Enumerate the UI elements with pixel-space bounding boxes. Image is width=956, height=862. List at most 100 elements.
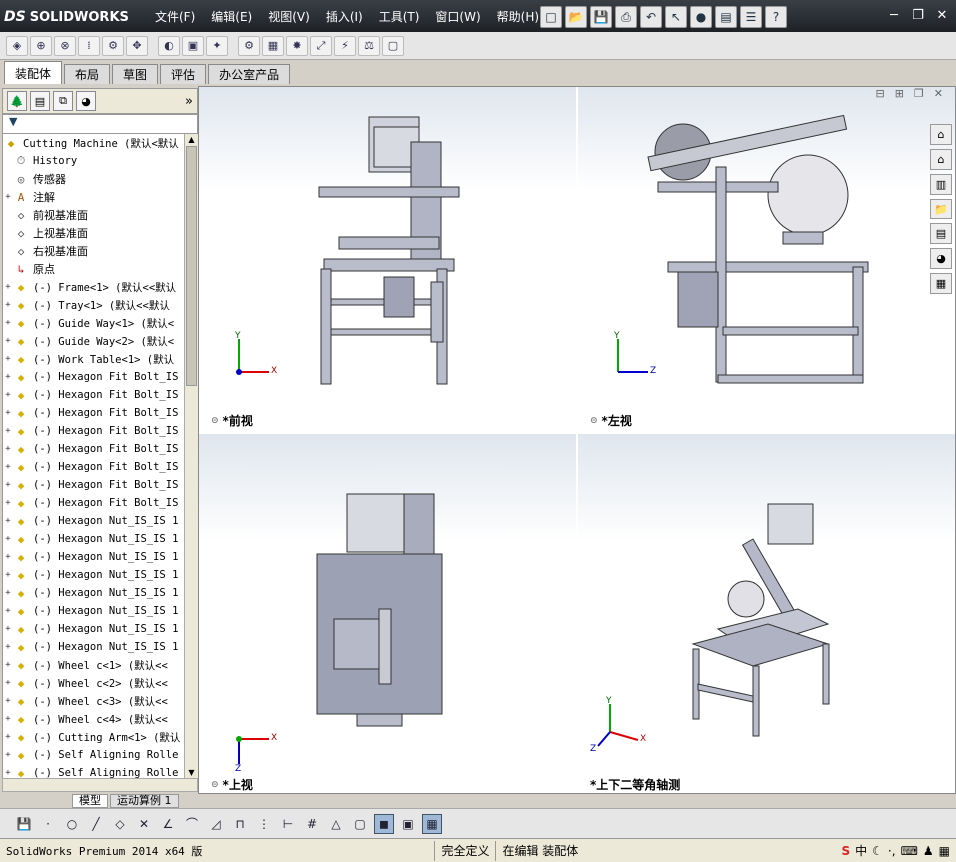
grid-icon[interactable]: # [302,814,322,834]
tree-item[interactable]: + ◆ (-) Hexagon Nut_IS_IS 1 [3,620,178,638]
expand-toggle-icon[interactable]: + [3,678,13,688]
undo-icon[interactable]: ↶ [640,6,662,28]
tree-item[interactable]: + ◆ (-) Hexagon Fit Bolt_IS [3,404,178,422]
scroll-down-icon[interactable]: ▼ [186,767,197,778]
view-cube-icon[interactable]: ▢ [350,814,370,834]
file-explorer-icon[interactable]: 📁 [930,198,952,220]
viewport-front[interactable]: Y X ⊝ *前视 [199,87,576,432]
chamfer-icon[interactable]: ◿ [206,814,226,834]
new-motion-study-icon[interactable]: ⚙ [238,35,260,56]
configuration-manager-tab-icon[interactable]: ⧉ [53,91,73,111]
keyboard-icon[interactable]: ⌨ [901,844,918,858]
expand-toggle-icon[interactable]: + [3,516,13,526]
expand-toggle-icon[interactable]: + [3,372,13,382]
view-palette-icon[interactable]: ▤ [930,223,952,245]
expand-toggle-icon[interactable]: + [3,282,13,292]
tree-vertical-scrollbar[interactable]: ▲ ▼ [184,134,198,778]
polygon-icon[interactable]: ◇ [110,814,130,834]
pane-close-icon[interactable]: ✕ [934,87,943,100]
tree-item[interactable]: + ◆ (-) Hexagon Fit Bolt_IS [3,440,178,458]
viewport-isometric[interactable]: Y X Z *上下二等角轴测 [578,434,955,793]
appearances-icon[interactable]: ◕ [930,248,952,270]
display-manager-tab-icon[interactable]: ◕ [76,91,96,111]
insert-component-icon[interactable]: ⊕ [30,35,52,56]
expand-toggle-icon[interactable]: + [3,354,13,364]
user-icon[interactable]: ♟ [923,844,934,858]
quad-view-icon[interactable]: ▦ [422,813,442,834]
expand-toggle-icon[interactable]: + [3,768,13,778]
select-pointer-icon[interactable]: ↖ [665,6,687,28]
bill-of-materials-icon[interactable]: ▦ [262,35,284,56]
expand-toggle-icon[interactable]: + [3,624,13,634]
tree-item[interactable]: + ◆ (-) Hexagon Fit Bolt_IS [3,494,178,512]
tree-item[interactable]: + ◆ (-) Hexagon Nut_IS_IS 1 [3,602,178,620]
expand-panel-icon[interactable]: » [185,94,197,109]
reference-geometry-icon[interactable]: ✦ [206,35,228,56]
tree-item[interactable]: + ◆ (-) Hexagon Nut_IS_IS 1 [3,530,178,548]
menu-view[interactable]: 视图(V) [260,8,318,25]
save-icon[interactable]: 💾 [590,6,612,28]
home-icon[interactable]: ⌂ [930,148,952,170]
expand-toggle-icon[interactable]: + [3,390,13,400]
trim-icon[interactable]: ✕ [134,814,154,834]
tree-item[interactable]: + ◆ (-) Hexagon Nut_IS_IS 1 [3,638,178,656]
tab-motion-study[interactable]: 运动算例 1 [110,794,179,808]
tree-item[interactable]: + ◆ (-) Cutting Arm<1> (默认 [3,728,180,746]
expand-toggle-icon[interactable]: + [3,714,13,724]
tab-layout[interactable]: 布局 [64,64,111,84]
explode-line-sketch-icon[interactable]: ⤢ [310,35,332,56]
edit-component-icon[interactable]: ◈ [6,35,28,56]
menu-help[interactable]: 帮助(H) [489,8,547,25]
smart-fasteners-icon[interactable]: ⚙ [102,35,124,56]
minimize-icon[interactable]: ─ [886,8,902,23]
graphics-area[interactable]: ⌕ ⊡ ↩ ◧ ⬚ ◼ ◎ ◕ ▦ [198,86,956,794]
tree-item[interactable]: + ◆ (-) Hexagon Fit Bolt_IS [3,458,178,476]
expand-toggle-icon[interactable]: + [3,408,13,418]
tree-item[interactable]: + ◆ (-) Frame<1> (默认<<默认 [3,278,176,296]
help-question-icon[interactable]: ? [765,6,787,28]
split-horizontal-icon[interactable]: ⊟ [875,87,884,100]
mate-icon[interactable]: ⊗ [54,35,76,56]
expand-toggle-icon[interactable]: + [3,660,13,670]
options-icon[interactable]: ☰ [740,6,762,28]
expand-toggle-icon[interactable]: + [3,192,13,202]
tree-item[interactable]: ⏱ History [3,152,78,170]
tab-office-products[interactable]: 办公室产品 [208,64,291,84]
tree-item[interactable]: + A 注解 [3,188,55,206]
line-icon[interactable]: ╱ [86,814,106,834]
feature-manager-tab-icon[interactable]: 🌲 [7,91,27,111]
tree-item[interactable]: + ◆ (-) Hexagon Fit Bolt_IS [3,368,178,386]
tab-assembly[interactable]: 装配体 [4,61,63,84]
scroll-up-icon[interactable]: ▲ [186,134,197,145]
dimension-icon[interactable]: ⊢ [278,814,298,834]
tree-item[interactable]: + ◆ (-) Wheel c<3> (默认<< [3,692,168,710]
restore-icon[interactable]: ❐ [910,8,926,23]
tree-horizontal-scrollbar[interactable] [2,778,198,792]
tree-item[interactable]: + ◆ (-) Work Table<1> (默认 [3,350,174,368]
tree-item[interactable]: + ◆ (-) Hexagon Fit Bolt_IS [3,386,178,404]
expand-toggle-icon[interactable]: + [3,318,13,328]
shaded-display-icon[interactable]: ◼ [374,813,394,834]
tree-item[interactable]: + ◆ (-) Hexagon Nut_IS_IS 1 [3,548,178,566]
instant-3d-icon[interactable]: ▢ [382,35,404,56]
expand-toggle-icon[interactable]: + [3,300,13,310]
expand-toggle-icon[interactable]: + [3,588,13,598]
viewport-left[interactable]: ⊟ ⊞ ❐ ✕ Y Z ⊝ *左视 [578,87,955,432]
expand-toggle-icon[interactable]: + [3,732,13,742]
expand-toggle-icon[interactable]: + [3,606,13,616]
tree-item[interactable]: + ◆ (-) Self Aligning Rolle [3,764,178,779]
open-folder-icon[interactable]: 📂 [565,6,587,28]
tree-item[interactable]: + ◆ (-) Wheel c<1> (默认<< [3,656,168,674]
point-icon[interactable]: · [38,814,58,834]
tree-item[interactable]: + ◆ (-) Guide Way<1> (默认< [3,314,174,332]
tab-sketch[interactable]: 草图 [112,64,159,84]
menu-file[interactable]: 文件(F) [147,8,203,25]
split-vertical-icon[interactable]: ⊞ [895,87,904,100]
tree-item[interactable]: ◇ 前视基准面 [3,206,88,224]
print-icon[interactable]: ⎙ [615,6,637,28]
expand-toggle-icon[interactable]: + [3,480,13,490]
assembly-features-icon[interactable]: ▣ [182,35,204,56]
tree-item[interactable]: + ◆ (-) Hexagon Nut_IS_IS 1 [3,512,178,530]
tree-item[interactable]: ◇ 上视基准面 [3,224,88,242]
custom-properties-icon[interactable]: ▦ [930,273,952,295]
